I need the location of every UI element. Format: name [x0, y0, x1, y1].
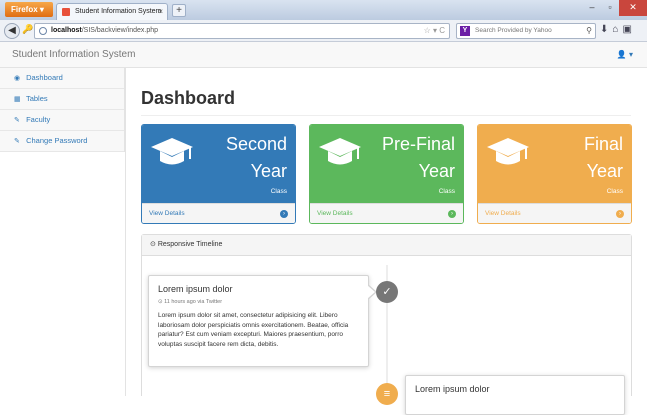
- download-icon[interactable]: ⬇: [600, 24, 608, 35]
- sidebar-border: [125, 68, 126, 396]
- dashboard-icon: ◉: [14, 75, 21, 82]
- view-details-link[interactable]: View Details ›: [142, 203, 295, 223]
- view-details-label: View Details: [317, 210, 353, 217]
- table-icon: ▦: [14, 96, 21, 103]
- browser-navbar: ◀ 🔑 localhost/SIS/backview/index.php ☆ ▾…: [0, 20, 647, 42]
- tab-title: Student Information System: [75, 8, 162, 15]
- toolbar-icons: ⬇ ⌂ ▣: [600, 24, 632, 35]
- search-placeholder: Search Provided by Yahoo: [475, 27, 552, 34]
- user-menu-button[interactable]: 👤 ▾: [617, 50, 633, 59]
- panel-final-year: Final Year Class View Details ›: [477, 124, 632, 224]
- timeline-entry: Lorem ipsum dolor ⊙ 11 hours ago via Twi…: [148, 275, 369, 367]
- timeline-header: ⊙ Responsive Timeline: [142, 235, 631, 256]
- view-details-label: View Details: [149, 210, 185, 217]
- sidebar-item-change-password[interactable]: ✎ Change Password: [0, 131, 124, 152]
- new-tab-button[interactable]: +: [172, 4, 186, 17]
- panel-title-line1: Second: [225, 134, 287, 154]
- app-header: Student Information System 👤 ▾: [0, 42, 647, 68]
- sidebar-item-label: Faculty: [26, 115, 51, 124]
- view-details-link[interactable]: View Details ›: [310, 203, 463, 223]
- sidebar-item-label: Dashboard: [26, 73, 63, 82]
- panel-title-line1: Final: [583, 134, 623, 154]
- check-icon: ✓: [376, 281, 398, 303]
- yahoo-icon[interactable]: Y: [460, 26, 470, 36]
- address-bar[interactable]: localhost/SIS/backview/index.php ☆ ▾ C: [34, 23, 450, 39]
- graduation-cap-icon: [487, 138, 529, 165]
- search-input[interactable]: Y Search Provided by Yahoo ⚲: [456, 23, 596, 39]
- url-host: localhost: [51, 27, 82, 34]
- sidebar: ◉ Dashboard ▦ Tables ✎ Faculty ✎ Change …: [0, 68, 125, 152]
- panel-second-year: Second Year Class View Details ›: [141, 124, 296, 224]
- window-controls: – ▫ ✕: [583, 0, 647, 16]
- timeline-pointer: [367, 285, 375, 299]
- header-divider: [141, 115, 631, 116]
- graduation-cap-icon: [319, 138, 361, 165]
- panel-subtitle: Class: [438, 188, 455, 195]
- arrow-right-icon: ›: [616, 210, 624, 218]
- timeline-entry-meta: ⊙ 11 hours ago via Twitter: [158, 299, 223, 305]
- browser-titlebar: Firefox ▾ Student Information System × +…: [0, 0, 647, 20]
- arrow-right-icon: ›: [448, 210, 456, 218]
- clock-icon: ⊙: [158, 299, 163, 305]
- minimize-icon[interactable]: –: [583, 0, 601, 16]
- view-details-label: View Details: [485, 210, 521, 217]
- panel-heading: Second Year Class: [142, 125, 295, 203]
- url-path: /SIS/backview/index.php: [81, 27, 158, 34]
- firefox-menu-label: Firefox: [11, 5, 38, 14]
- panel-heading: Pre-Final Year Class: [310, 125, 463, 203]
- menu-icon[interactable]: ▣: [622, 24, 631, 35]
- panel-pre-final-year: Pre-Final Year Class View Details ›: [309, 124, 464, 224]
- panel-title-line2: Year: [250, 161, 287, 181]
- timeline-panel: ⊙ Responsive Timeline Lorem ipsum dolor …: [141, 234, 632, 415]
- edit-icon: ✎: [14, 117, 20, 124]
- search-icon[interactable]: ⚲: [586, 24, 592, 38]
- edit-icon: ✎: [14, 138, 20, 145]
- globe-icon: [39, 27, 47, 35]
- graduation-cap-icon: [151, 138, 193, 165]
- timeline-entry-title: Lorem ipsum dolor: [415, 384, 490, 394]
- back-button[interactable]: ◀: [4, 23, 20, 39]
- panel-subtitle: Class: [270, 188, 287, 195]
- panel-heading: Final Year Class: [478, 125, 631, 203]
- sidebar-item-label: Change Password: [26, 136, 88, 145]
- timeline-entry-title: Lorem ipsum dolor: [158, 284, 233, 294]
- arrow-right-icon: ›: [280, 210, 288, 218]
- timeline-title: Responsive Timeline: [157, 241, 223, 248]
- sidebar-item-dashboard[interactable]: ◉ Dashboard: [0, 68, 124, 89]
- maximize-icon[interactable]: ▫: [601, 0, 619, 16]
- firefox-menu-button[interactable]: Firefox ▾: [5, 2, 53, 17]
- timeline-entry: Lorem ipsum dolor: [405, 375, 625, 415]
- app-brand[interactable]: Student Information System: [12, 49, 135, 60]
- sidebar-item-faculty[interactable]: ✎ Faculty: [0, 110, 124, 131]
- close-tab-icon[interactable]: ×: [158, 4, 163, 20]
- panel-title-line1: Pre-Final: [381, 134, 455, 154]
- clock-icon: ⊙: [150, 241, 156, 248]
- list-icon: ≡: [376, 383, 398, 405]
- page-title: Dashboard: [141, 88, 236, 108]
- panel-subtitle: Class: [606, 188, 623, 195]
- home-icon[interactable]: ⌂: [612, 24, 618, 35]
- view-details-link[interactable]: View Details ›: [478, 203, 631, 223]
- panel-title-line2: Year: [418, 161, 455, 181]
- panel-title-line2: Year: [586, 161, 623, 181]
- favicon-icon: [62, 8, 70, 16]
- sidebar-item-tables[interactable]: ▦ Tables: [0, 89, 124, 110]
- close-window-icon[interactable]: ✕: [619, 0, 647, 16]
- sidebar-item-label: Tables: [25, 94, 48, 103]
- bookmark-star-icon[interactable]: ☆ ▾ C: [424, 24, 445, 38]
- timeline-entry-body: Lorem ipsum dolor sit amet, consectetur …: [158, 312, 349, 348]
- browser-tab[interactable]: Student Information System ×: [56, 3, 168, 20]
- identity-icon[interactable]: 🔑: [22, 24, 33, 35]
